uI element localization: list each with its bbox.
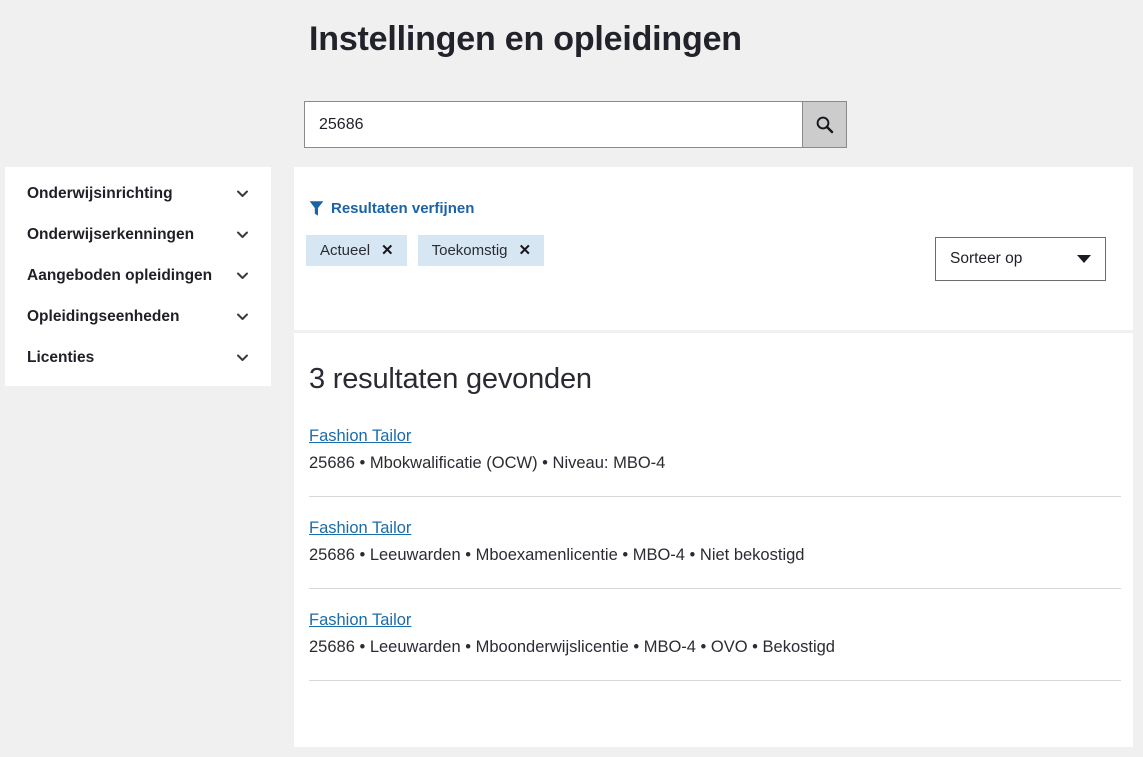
result-meta: 25686 • Leeuwarden • Mboexamenlicentie •… [309,546,805,564]
result-item: Fashion Tailor 25686 • Mbokwalificatie (… [309,427,1121,496]
sort-by-dropdown[interactable]: Sorteer op [935,237,1106,281]
search-input[interactable] [304,101,803,148]
refine-results-toggle[interactable]: Resultaten verfijnen [309,200,474,217]
filter-chip-label: Toekomstig [431,242,508,259]
sidebar-item-onderwijserkenningen[interactable]: Onderwijserkenningen [5,214,271,255]
filter-chip-toekomstig[interactable]: Toekomstig ✕ [417,235,545,266]
search-icon [815,115,834,134]
filter-chip-actueel[interactable]: Actueel ✕ [306,235,407,266]
sidebar-item-label: Opleidingseenheden [27,307,180,325]
filter-chip-label: Actueel [320,242,371,259]
refine-results-label: Resultaten verfijnen [331,200,475,217]
active-filter-chips: Actueel ✕ Toekomstig ✕ [306,235,545,266]
result-meta: 25686 • Mbokwalificatie (OCW) • Niveau: … [309,454,666,472]
result-item: Fashion Tailor 25686 • Leeuwarden • Mboo… [309,611,1121,680]
result-title-link[interactable]: Fashion Tailor [309,611,411,630]
sidebar-item-label: Licenties [27,348,95,366]
sidebar-item-aangeboden-opleidingen[interactable]: Aangeboden opleidingen [5,255,271,296]
result-title-link[interactable]: Fashion Tailor [309,519,411,538]
chevron-down-icon [234,308,251,325]
results-list: Fashion Tailor 25686 • Mbokwalificatie (… [309,427,1121,703]
sidebar-item-label: Onderwijserkenningen [27,225,195,243]
chevron-down-icon [234,226,251,243]
page-title: Instellingen en opleidingen [309,20,742,58]
result-item: Fashion Tailor 25686 • Leeuwarden • Mboe… [309,519,1121,588]
result-divider [309,496,1121,497]
result-divider [309,588,1121,589]
result-title-link[interactable]: Fashion Tailor [309,427,411,446]
sidebar-item-label: Aangeboden opleidingen [27,266,213,284]
filter-funnel-icon [309,200,324,217]
result-divider [309,680,1121,681]
sidebar-accordion: Onderwijsinrichting Onderwijserkenningen… [5,167,271,386]
sidebar-item-opleidingseenheden[interactable]: Opleidingseenheden [5,296,271,337]
chevron-down-icon [234,185,251,202]
caret-down-icon [1077,255,1091,263]
sidebar-item-label: Onderwijsinrichting [27,184,173,202]
search-button[interactable] [803,101,847,148]
result-meta: 25686 • Leeuwarden • Mboonderwijslicenti… [309,638,835,656]
search-bar [304,101,847,148]
chevron-down-icon [234,349,251,366]
results-count-heading: 3 resultaten gevonden [309,363,592,395]
sidebar-item-onderwijsinrichting[interactable]: Onderwijsinrichting [5,173,271,214]
results-panel: 3 resultaten gevonden Fashion Tailor 256… [294,333,1133,747]
close-icon[interactable]: ✕ [381,243,394,258]
close-icon[interactable]: ✕ [519,243,532,258]
sort-by-label: Sorteer op [950,250,1023,267]
filter-panel: Resultaten verfijnen Actueel ✕ Toekomsti… [294,167,1133,330]
chevron-down-icon [234,267,251,284]
sidebar-item-licenties[interactable]: Licenties [5,337,271,378]
